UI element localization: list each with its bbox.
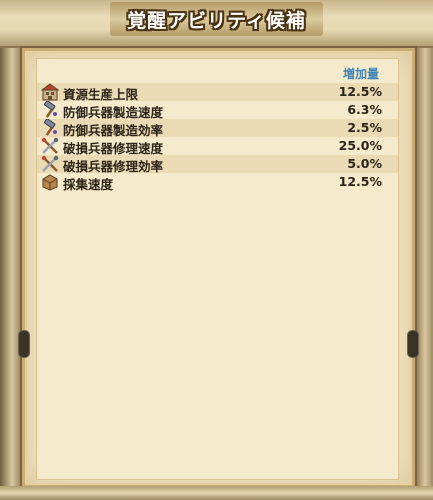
- crossed-tools-icon: [41, 137, 59, 154]
- dialog-title: 覚醒アビリティ候補: [127, 10, 306, 32]
- scroll-knob-left: [18, 330, 30, 358]
- ability-label: 採集速度: [63, 177, 114, 192]
- storehouse-icon: [41, 83, 59, 101]
- list-item: 破損兵器修理効率 5.0%: [37, 155, 398, 174]
- ability-value: 6.3%: [347, 102, 382, 117]
- list-item: 破損兵器修理速度 25.0%: [37, 137, 398, 156]
- list-item: 採集速度 12.5%: [37, 173, 398, 192]
- scroll-rail-left: [0, 0, 20, 500]
- resource-crate-icon: [42, 174, 58, 191]
- ability-value: 5.0%: [347, 156, 382, 171]
- scroll-bottom-edge: [0, 486, 433, 500]
- hammer-icon: [44, 101, 57, 118]
- crossed-tools-icon: [41, 155, 59, 172]
- list-item: 資源生産上限 12.5%: [37, 83, 398, 102]
- hammer-icon: [44, 119, 57, 136]
- list-item: 防御兵器製造効率 2.5%: [37, 119, 398, 138]
- ability-value: 2.5%: [347, 120, 382, 135]
- scroll-knob-right: [407, 330, 419, 358]
- ability-value: 12.5%: [338, 84, 382, 99]
- awakening-ability-dialog: 覚醒アビリティ候補 増加量 資源生産上限 12.5% 防御兵器製造速度 6.3%…: [0, 0, 433, 500]
- ability-list[interactable]: 増加量 資源生産上限 12.5% 防御兵器製造速度 6.3% 防御兵器製造効率 …: [36, 58, 399, 480]
- increase-column-header: 増加量: [342, 67, 379, 81]
- ability-value: 25.0%: [338, 138, 382, 153]
- title-banner: 覚醒アビリティ候補: [0, 0, 433, 48]
- parchment-panel: 増加量 資源生産上限 12.5% 防御兵器製造速度 6.3% 防御兵器製造効率 …: [18, 46, 419, 490]
- ability-value: 12.5%: [338, 174, 382, 189]
- list-item: 防御兵器製造速度 6.3%: [37, 101, 398, 120]
